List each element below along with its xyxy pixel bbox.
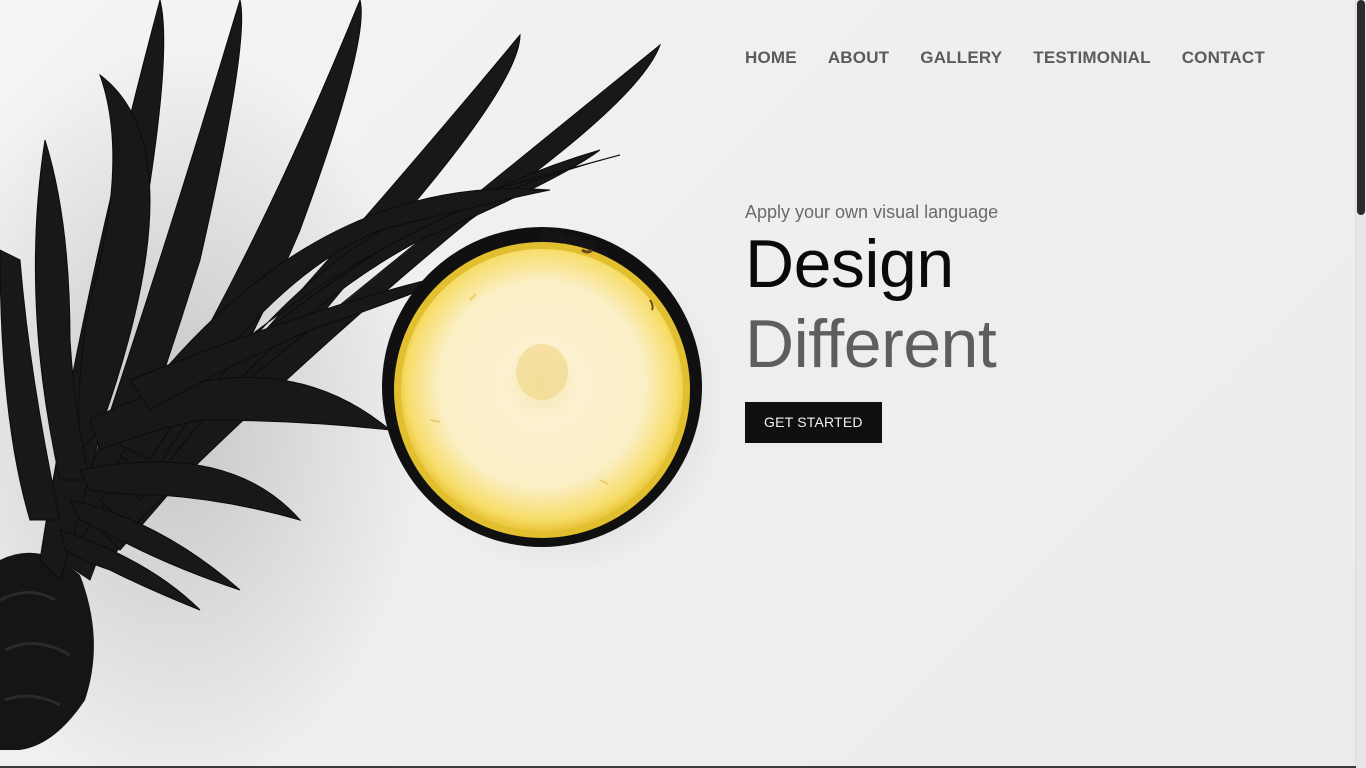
pineapple-slice <box>382 227 702 547</box>
page-scrollbar[interactable] <box>1355 0 1366 768</box>
pineapple-image <box>0 0 720 768</box>
hero-title-line2: Different <box>745 306 997 382</box>
hero-title-line1: Design <box>745 226 954 302</box>
nav-about-link[interactable]: ABOUT <box>828 46 889 70</box>
hero-tagline: Apply your own visual language <box>745 202 999 222</box>
landing-page: HOME ABOUT GALLERY TESTIMONIAL CONTACT A… <box>0 0 1366 768</box>
nav-testimonial-link[interactable]: TESTIMONIAL <box>1033 46 1150 70</box>
scrollbar-thumb[interactable] <box>1357 0 1365 215</box>
main-nav: HOME ABOUT GALLERY TESTIMONIAL CONTACT <box>745 46 1265 70</box>
nav-contact-link[interactable]: CONTACT <box>1182 46 1265 70</box>
nav-home-link[interactable]: HOME <box>745 46 797 70</box>
get-started-button[interactable]: GET STARTED <box>745 402 882 443</box>
hero-content: Apply your own visual language Design Di… <box>745 200 998 443</box>
nav-gallery-link[interactable]: GALLERY <box>920 46 1002 70</box>
